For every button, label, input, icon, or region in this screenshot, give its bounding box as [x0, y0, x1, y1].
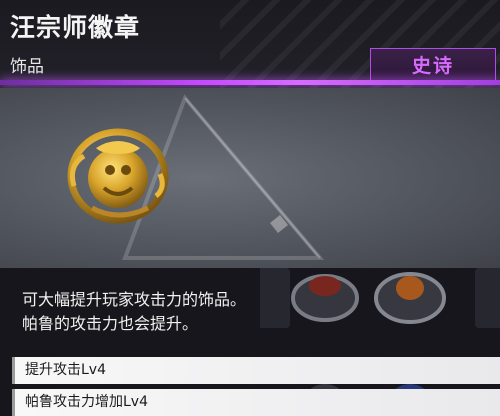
rarity-divider — [0, 80, 500, 85]
item-category: 饰品 — [10, 57, 44, 77]
item-showcase — [0, 88, 500, 268]
rarity-label: 史诗 — [411, 55, 454, 77]
effect-row: 提升攻击Lv4 — [12, 357, 500, 384]
item-name: 汪宗师徽章 — [10, 13, 141, 42]
golden-emblem-icon — [67, 128, 169, 224]
rarity-badge: 史诗 — [370, 48, 496, 80]
item-description: 可大幅提升玩家攻击力的饰品。 帕鲁的攻击力也会提升。 — [22, 288, 246, 336]
description-line-2: 帕鲁的攻击力也会提升。 — [22, 314, 199, 333]
description-line-1: 可大幅提升玩家攻击力的饰品。 — [22, 290, 247, 309]
effect-row: 帕鲁攻击力增加Lv4 — [12, 389, 500, 416]
item-header: 汪宗师徽章 饰品 史诗 — [0, 0, 500, 88]
